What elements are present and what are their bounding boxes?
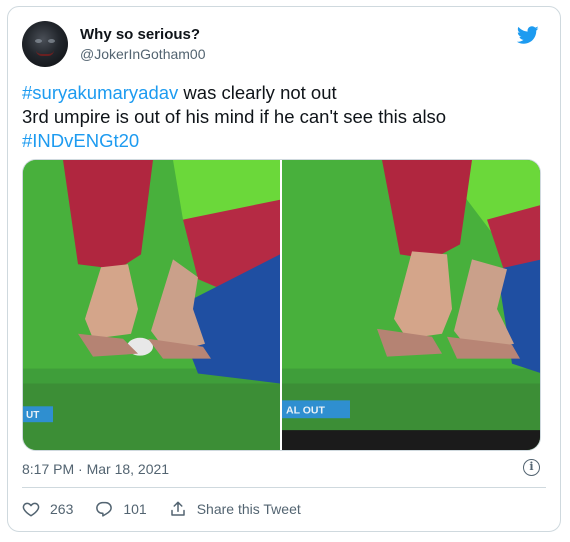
share-button[interactable]: Share this Tweet [169,500,301,518]
tweet-text-line-2: 3rd umpire is out of his mind if he can'… [22,106,447,127]
author-handle[interactable]: @JokerInGotham00 [80,46,206,62]
reply-icon [96,501,113,517]
tweet-card[interactable]: Why so serious? @JokerInGotham00 #suryak… [7,6,561,532]
tweet-text: #suryakumaryadav was clearly not out 3rd… [22,81,542,153]
hashtag-link[interactable]: #INDvENGt20 [22,130,139,151]
twitter-bird-icon[interactable] [516,24,540,46]
tweet-text-segment: was clearly not out [178,82,337,103]
like-count: 263 [50,501,74,517]
avatar[interactable] [22,21,68,67]
overlay-text-left: UT [26,410,39,421]
photo-left[interactable]: UT [23,160,280,450]
share-icon [170,501,185,516]
like-button[interactable]: 263 [22,500,73,518]
avatar-detail [35,39,42,43]
tweet-text-line-1: #suryakumaryadav was clearly not out [22,81,542,105]
author-display-name[interactable]: Why so serious? [80,26,200,43]
info-icon[interactable]: i [523,459,540,476]
overlay-text-right: AL OUT [286,405,325,416]
divider [22,487,546,488]
hashtag-link[interactable]: #suryakumaryadav [22,82,178,103]
share-label: Share this Tweet [196,501,301,517]
photo-right[interactable]: AL OUT [282,160,541,450]
heart-icon [22,502,40,517]
avatar-detail [48,39,55,43]
reply-count: 101 [123,501,147,517]
reply-button[interactable]: 101 [95,500,147,518]
media-grid: UT AL OUT [22,159,541,451]
tweet-text-line-3: #INDvENGt20 [22,129,542,153]
avatar-detail [36,50,54,56]
tweet-timestamp[interactable]: 8:17 PM · Mar 18, 2021 [22,461,169,477]
tweet-actions: 263 101 Share this Tweet [22,500,323,518]
